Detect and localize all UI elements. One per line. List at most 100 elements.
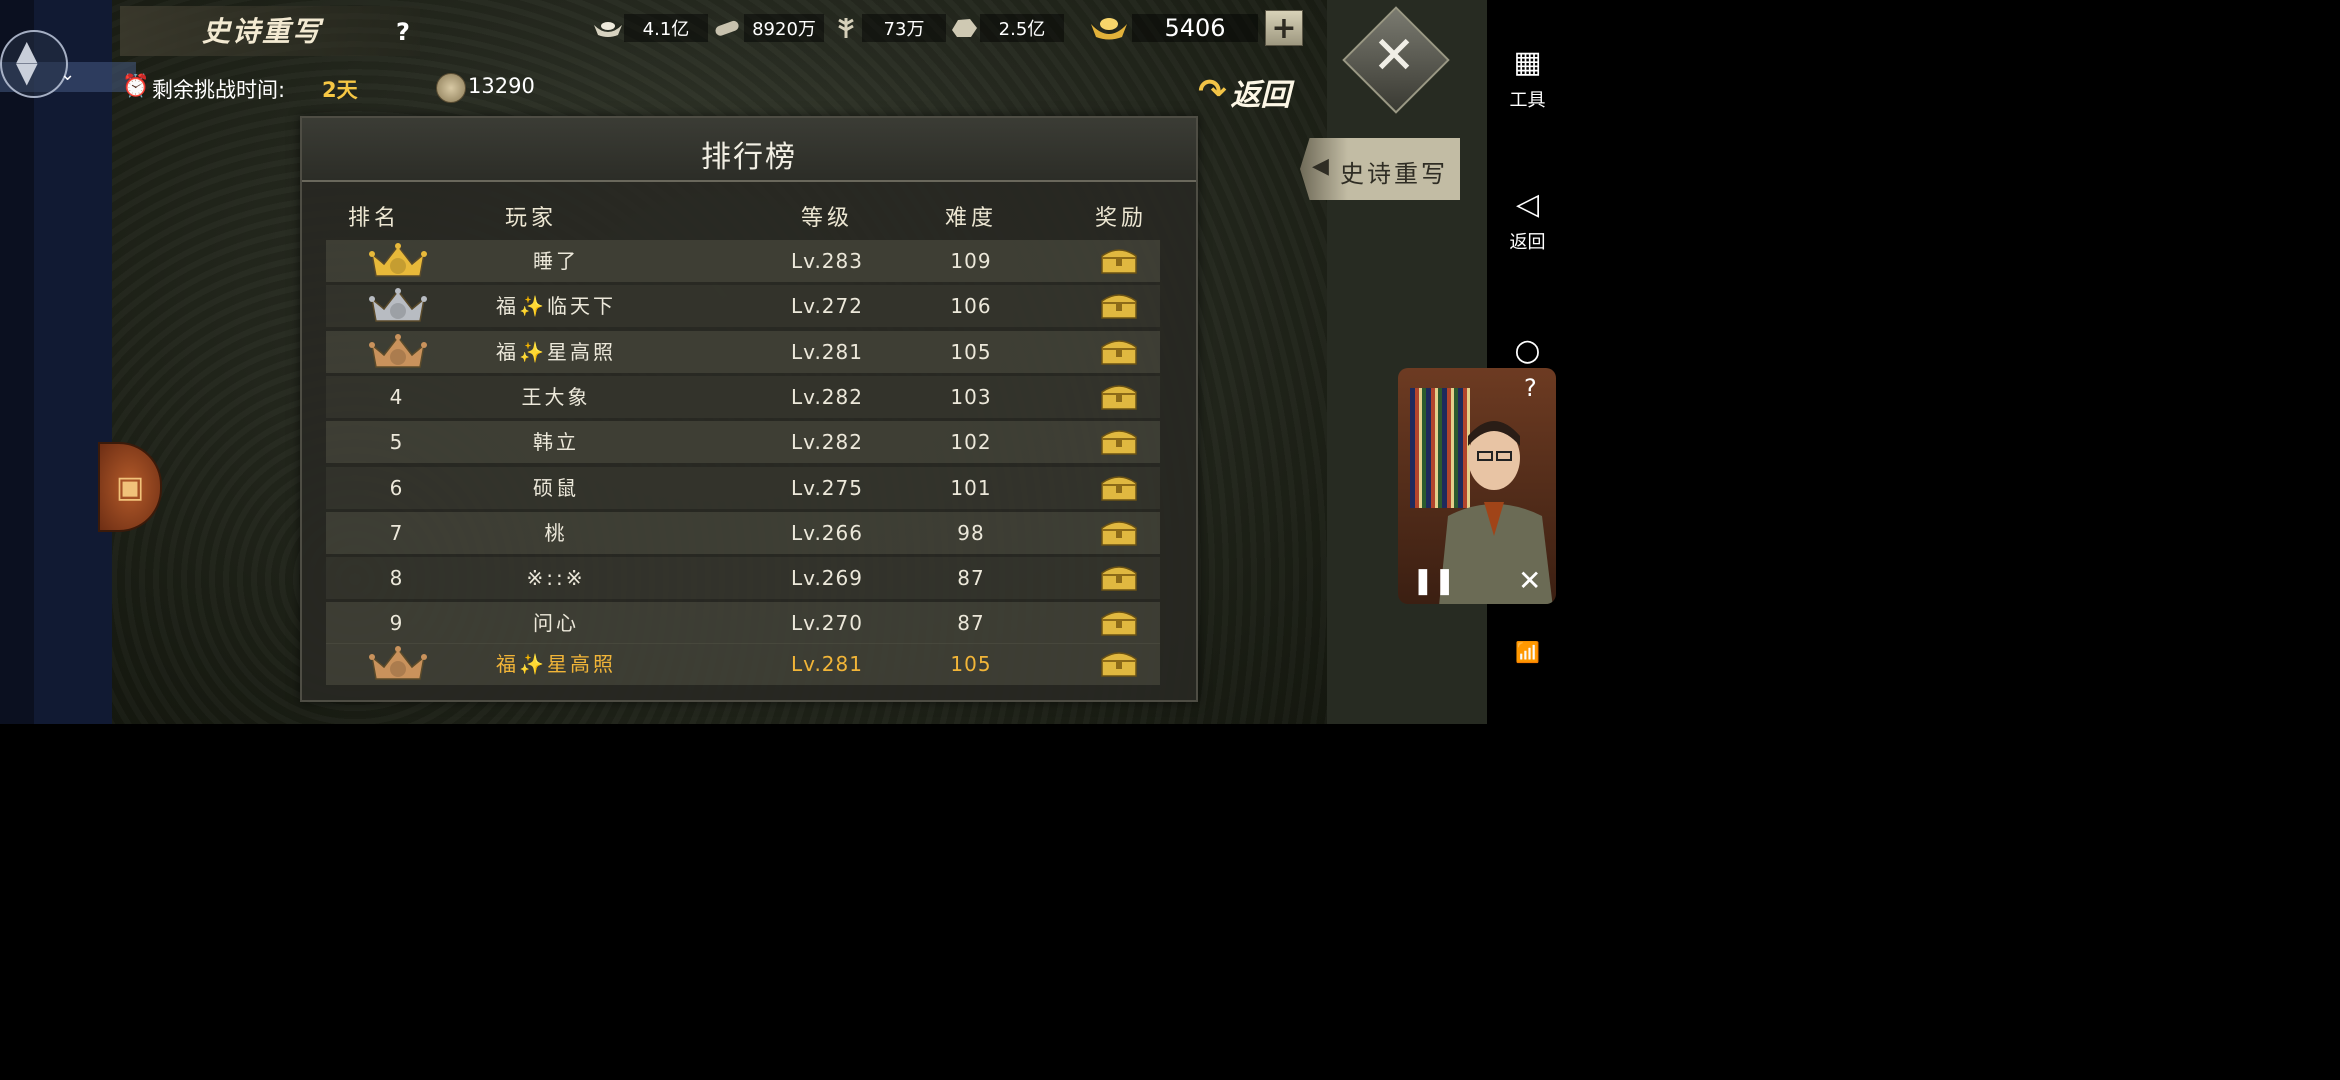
gold-amount: 5406 [1132, 14, 1258, 42]
help-button[interactable]: ? [396, 18, 410, 46]
grid-icon: ▦ [1513, 45, 1542, 80]
left-edge-inner [34, 0, 112, 724]
player-name: 福✨临天下 [496, 294, 616, 319]
stone-amount: 2.5亿 [980, 14, 1064, 42]
player-level: Lv.272 [791, 294, 863, 319]
difficulty-value: 105 [950, 339, 992, 364]
column-header-level: 等级 [800, 206, 853, 231]
home-circle-icon: ○ [1514, 333, 1541, 368]
video-close-icon[interactable]: ✕ [1518, 564, 1541, 597]
reward-chest-icon[interactable] [1100, 563, 1138, 593]
column-header-difficulty: 难度 [944, 206, 997, 231]
nav-tools-label: 工具 [1509, 90, 1546, 111]
nav-tools-button[interactable]: ▦ 工具 [1487, 46, 1568, 112]
difficulty-value: 109 [950, 249, 992, 273]
reward-chest-icon[interactable] [1100, 608, 1138, 638]
clock-icon: ⏰ [122, 74, 150, 99]
table-row[interactable]: 福✨临天下 Lv.272 106 [326, 285, 1160, 328]
player-name: 福✨星高照 [496, 339, 616, 364]
table-row[interactable]: 5 韩立 Lv.282 102 [326, 421, 1160, 464]
wood-amount: 8920万 [744, 14, 824, 42]
stone-icon [948, 14, 980, 42]
rank-number: 9 [389, 611, 403, 636]
pause-icon[interactable]: ❚❚ [1412, 566, 1456, 596]
table-row[interactable]: 7 桃 Lv.266 98 [326, 511, 1160, 554]
wifi-icon: 📶 [1515, 640, 1540, 664]
updown-arrows-icon[interactable]: ▲ ▼ [16, 37, 38, 87]
player-level: Lv.283 [791, 249, 863, 273]
rank-number: 5 [389, 430, 403, 455]
player-name: ※::※ [526, 566, 586, 591]
return-button[interactable]: ↷ 返回 [1198, 70, 1291, 114]
player-name: 睡了 [533, 249, 579, 273]
column-header-reward: 奖励 [1094, 206, 1147, 231]
difficulty-value: 102 [950, 430, 992, 455]
table-row[interactable]: 8 ※::※ Lv.269 87 [326, 557, 1160, 600]
table-row[interactable]: 6 硕鼠 Lv.275 101 [326, 466, 1160, 509]
reward-chest-icon[interactable] [1100, 337, 1138, 367]
treasure-chest-icon: ▣ [115, 469, 145, 505]
rank-crown-icon [368, 287, 428, 325]
player-level: Lv.269 [791, 566, 863, 591]
rank-crown-icon [368, 242, 428, 280]
chevron-left-icon: ◀ [1312, 154, 1329, 179]
player-level: Lv.270 [791, 611, 863, 636]
reward-chest-icon[interactable] [1100, 518, 1138, 548]
reward-chest-icon[interactable] [1100, 291, 1138, 321]
table-row[interactable]: 睡了 Lv.283 109 [326, 240, 1160, 282]
player-name: 问心 [533, 611, 579, 636]
reward-chest-icon[interactable] [1100, 246, 1138, 276]
remaining-time-label: 剩余挑战时间: [152, 78, 286, 102]
table-row[interactable]: 9 问心 Lv.270 87 [326, 602, 1160, 645]
table-row[interactable]: 福✨星高照 Lv.281 105 [326, 330, 1160, 373]
nav-back-button[interactable]: ◁ 返回 [1487, 188, 1568, 254]
rank-number: 8 [389, 566, 403, 591]
reward-chest-icon[interactable] [1100, 473, 1138, 503]
reward-chest-icon[interactable] [1100, 649, 1138, 679]
reward-chest-icon[interactable] [1100, 382, 1138, 412]
difficulty-value: 105 [950, 652, 992, 676]
leaderboard-panel: 排行榜 排名 玩家 等级 难度 奖励 睡了 Lv.283 109 福✨临天下 Lv.27… [300, 116, 1198, 702]
close-icon[interactable]: ✕ [1368, 26, 1420, 86]
table-row[interactable]: 4 王大象 Lv.282 103 [326, 375, 1160, 418]
right-panel-strip [1327, 0, 1487, 724]
add-gold-button[interactable]: + [1265, 10, 1303, 46]
player-level: Lv.266 [791, 520, 863, 545]
coin-amount: 13290 [468, 74, 535, 98]
difficulty-value: 101 [950, 475, 992, 500]
grain-amount: 73万 [862, 14, 946, 42]
nav-home-button[interactable]: ○ [1487, 334, 1568, 368]
panel-header: 排行榜 [302, 118, 1196, 182]
return-arrow-icon: ↷ [1198, 72, 1227, 112]
player-level: Lv.282 [791, 384, 863, 409]
return-label: 返回 [1230, 78, 1291, 113]
rank-number: 7 [389, 520, 403, 545]
chevron-down-icon[interactable]: ⌄ [60, 64, 75, 85]
player-level: Lv.281 [791, 339, 863, 364]
player-name: 韩立 [533, 430, 579, 455]
panel-title: 排行榜 [701, 140, 797, 175]
left-edge-bar [0, 0, 112, 724]
player-name: 桃 [544, 520, 568, 545]
column-header-player: 玩家 [504, 206, 557, 231]
difficulty-value: 106 [950, 294, 992, 319]
difficulty-value: 87 [957, 566, 985, 591]
player-level: Lv.281 [791, 652, 863, 676]
nav-back-label: 返回 [1509, 232, 1546, 253]
grain-icon [830, 14, 862, 42]
player-level: Lv.275 [791, 475, 863, 500]
player-name: 硕鼠 [533, 475, 579, 500]
player-name: 王大象 [521, 384, 591, 409]
self-rank-row[interactable]: 福✨星高照 Lv.281 105 [326, 643, 1160, 685]
rank-crown-icon [368, 645, 428, 683]
rank-number: 4 [389, 384, 403, 409]
difficulty-value: 103 [950, 384, 992, 409]
video-help-icon[interactable]: ? [1524, 374, 1537, 402]
coin-icon [436, 73, 466, 103]
difficulty-value: 87 [957, 611, 985, 636]
rank-crown-icon [368, 333, 428, 371]
reward-chest-icon[interactable] [1100, 427, 1138, 457]
difficulty-value: 98 [957, 520, 985, 545]
back-triangle-icon: ◁ [1515, 187, 1540, 222]
wood-log-icon [712, 14, 744, 42]
